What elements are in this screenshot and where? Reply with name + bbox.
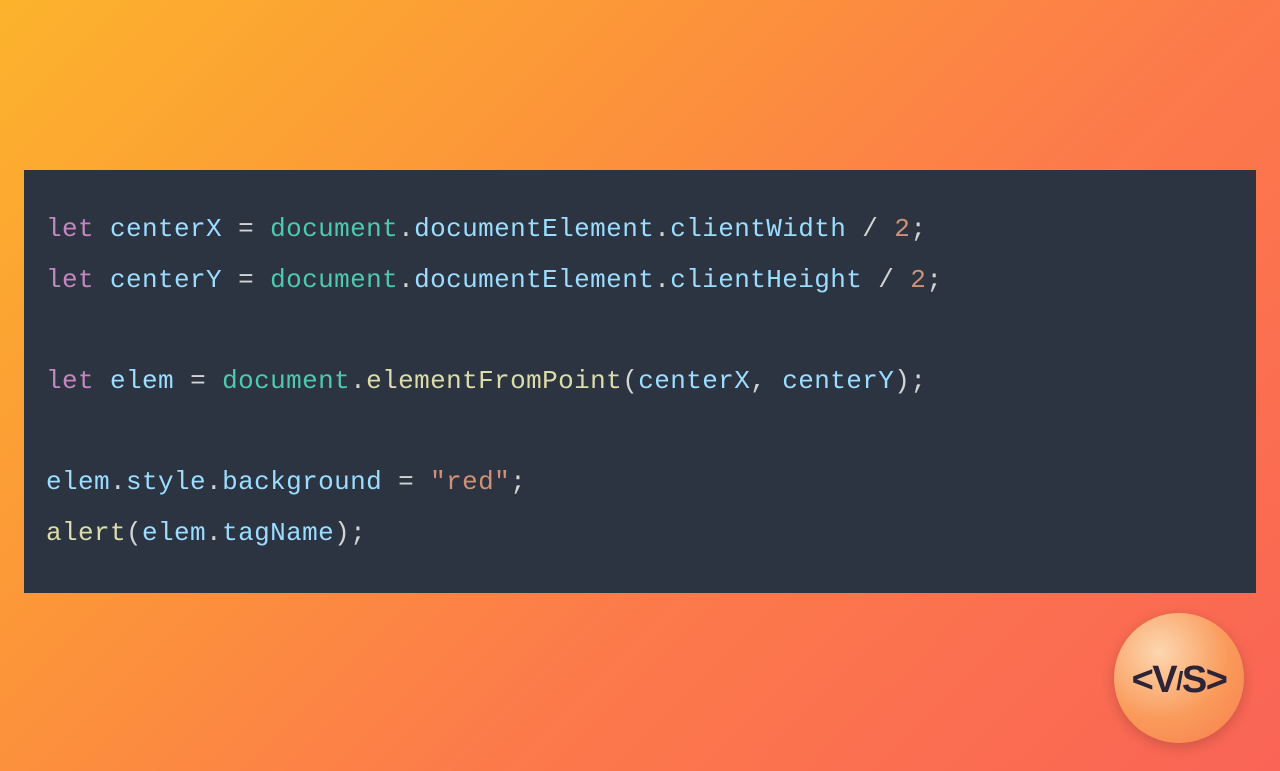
code-token: . xyxy=(110,467,126,497)
code-token: . xyxy=(350,366,366,396)
logo-close-bracket: > xyxy=(1206,659,1227,701)
code-token: . xyxy=(654,265,670,295)
code-token: ) xyxy=(334,518,350,548)
code-token: documentElement xyxy=(414,265,654,295)
code-token: document xyxy=(270,214,398,244)
code-token: = xyxy=(238,214,254,244)
code-token: ( xyxy=(622,366,638,396)
code-token xyxy=(414,467,430,497)
code-token: "red" xyxy=(430,467,510,497)
code-token: let xyxy=(46,366,94,396)
logo-s: S xyxy=(1182,659,1206,701)
code-token: . xyxy=(398,214,414,244)
vs-logo-badge: <V/S> xyxy=(1114,613,1244,743)
code-line: let centerX = document.documentElement.c… xyxy=(46,204,1234,255)
code-token: elem xyxy=(110,366,174,396)
code-token: . xyxy=(206,518,222,548)
code-line: let centerY = document.documentElement.c… xyxy=(46,255,1234,306)
code-token: ; xyxy=(910,366,926,396)
code-token: ; xyxy=(910,214,926,244)
code-token xyxy=(862,265,878,295)
code-snippet-panel: let centerX = document.documentElement.c… xyxy=(24,170,1256,593)
code-token xyxy=(94,366,110,396)
code-token: , xyxy=(750,366,766,396)
code-token: 2 xyxy=(894,214,910,244)
code-token: alert xyxy=(46,518,126,548)
code-token xyxy=(766,366,782,396)
code-token xyxy=(222,214,238,244)
code-token: 2 xyxy=(910,265,926,295)
code-token: / xyxy=(878,265,894,295)
code-token: let xyxy=(46,214,94,244)
code-token xyxy=(206,366,222,396)
code-token: clientHeight xyxy=(670,265,862,295)
code-token: document xyxy=(222,366,350,396)
code-token: ; xyxy=(350,518,366,548)
code-token: tagName xyxy=(222,518,334,548)
code-token xyxy=(94,265,110,295)
code-token: centerY xyxy=(782,366,894,396)
code-token xyxy=(254,214,270,244)
code-token: elem xyxy=(142,518,206,548)
code-line: alert(elem.tagName); xyxy=(46,508,1234,559)
code-token: elem xyxy=(46,467,110,497)
code-token: ; xyxy=(926,265,942,295)
code-token xyxy=(894,265,910,295)
code-token: clientWidth xyxy=(670,214,846,244)
code-line: let elem = document.elementFromPoint(cen… xyxy=(46,356,1234,407)
code-token xyxy=(174,366,190,396)
code-token xyxy=(878,214,894,244)
logo-open-bracket: < xyxy=(1132,659,1153,701)
code-token xyxy=(254,265,270,295)
logo-v: V xyxy=(1152,659,1176,701)
code-token: . xyxy=(654,214,670,244)
vs-logo-text: <V/S> xyxy=(1132,659,1227,702)
code-token: style xyxy=(126,467,206,497)
code-token: centerX xyxy=(110,214,222,244)
code-token xyxy=(382,467,398,497)
code-token: ( xyxy=(126,518,142,548)
code-line: elem.style.background = "red"; xyxy=(46,457,1234,508)
code-token: . xyxy=(206,467,222,497)
code-token: / xyxy=(862,214,878,244)
code-token: ) xyxy=(894,366,910,396)
code-token: . xyxy=(398,265,414,295)
code-token: elementFromPoint xyxy=(366,366,622,396)
code-token: = xyxy=(398,467,414,497)
code-token: ; xyxy=(510,467,526,497)
code-token: centerX xyxy=(638,366,750,396)
code-token: document xyxy=(270,265,398,295)
code-line xyxy=(46,407,1234,458)
code-token: = xyxy=(238,265,254,295)
code-token: documentElement xyxy=(414,214,654,244)
code-token: background xyxy=(222,467,382,497)
code-token: = xyxy=(190,366,206,396)
code-token xyxy=(94,214,110,244)
code-token: centerY xyxy=(110,265,222,295)
code-token xyxy=(846,214,862,244)
code-token: let xyxy=(46,265,94,295)
code-line xyxy=(46,305,1234,356)
code-token xyxy=(222,265,238,295)
